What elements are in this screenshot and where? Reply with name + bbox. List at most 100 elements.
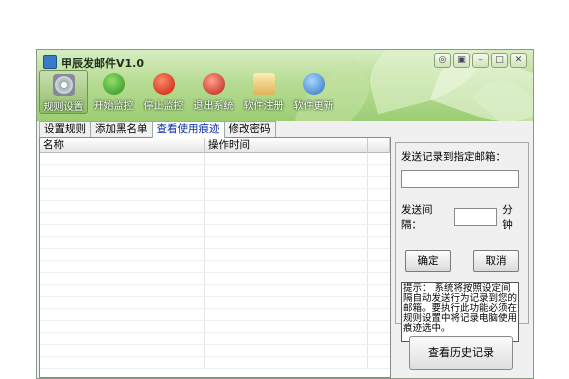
table-cell-time — [205, 357, 368, 368]
toolbar-label: 开始监控 — [93, 101, 134, 112]
toolbar: 规则设置 开始监控 停止监控 退出系统 软件注册 软件更新 — [39, 70, 338, 114]
toolbar-label: 停止监控 — [143, 101, 184, 112]
table-row[interactable] — [40, 189, 390, 201]
interval-unit: 分钟 — [502, 204, 513, 231]
table-cell-time — [205, 189, 368, 200]
tip-text: 提示： 系统将按照设定间隔自动发送行为记录到您的邮箱。要执行此功能必须在规则设置… — [401, 282, 519, 342]
logout-icon — [202, 73, 225, 95]
table-row[interactable] — [40, 285, 390, 297]
table-row[interactable] — [40, 273, 390, 285]
table-row[interactable] — [40, 177, 390, 189]
table-cell-time — [205, 321, 368, 332]
exit-system-button[interactable]: 退出系统 — [189, 70, 238, 114]
tab-change-password[interactable]: 修改密码 — [223, 121, 276, 137]
table-row[interactable] — [40, 201, 390, 213]
table-cell-name — [40, 333, 205, 344]
table-cell-name — [40, 165, 205, 176]
interval-field[interactable] — [453, 208, 498, 226]
table-row[interactable] — [40, 165, 390, 177]
app-window: 甲辰发邮件V1.0 ◎ ▣ – □ ✕ 规则设置 开始监控 停止监控 退出系统 … — [36, 49, 534, 379]
table-row[interactable] — [40, 357, 390, 369]
table-cell-time — [205, 201, 368, 212]
table-cell-time — [205, 261, 368, 272]
rule-settings-button[interactable]: 规则设置 — [39, 70, 88, 114]
table-cell-name — [40, 261, 205, 272]
table-cell-name — [40, 357, 205, 368]
table-cell-name — [40, 273, 205, 284]
table-row[interactable] — [40, 309, 390, 321]
register-icon — [252, 73, 275, 95]
send-settings-group: 发送记录到指定邮箱： 发送间隔： 分钟 确定 取消 提示： 系统将按照设定间隔自… — [395, 142, 529, 342]
minimize-icon[interactable]: – — [472, 53, 489, 68]
table-cell-name — [40, 189, 205, 200]
table-cell-name — [40, 309, 205, 320]
table-cell-time — [205, 165, 368, 176]
skin-icon[interactable]: ◎ — [434, 53, 451, 68]
table-cell-time — [205, 225, 368, 236]
update-button[interactable]: 软件更新 — [289, 70, 338, 114]
table-cell-time — [205, 333, 368, 344]
toolbar-label: 软件更新 — [293, 101, 334, 112]
tab-add-blacklist[interactable]: 添加黑名单 — [90, 121, 153, 137]
table-row[interactable] — [40, 345, 390, 357]
column-header-filler — [368, 138, 390, 153]
table-cell-time — [205, 213, 368, 224]
column-header-time[interactable]: 操作时间 — [205, 138, 368, 153]
title-bar: 甲辰发邮件V1.0 ◎ ▣ – □ ✕ 规则设置 开始监控 停止监控 退出系统 … — [37, 50, 533, 121]
table-cell-name — [40, 249, 205, 260]
interval-row: 发送间隔： 分钟 — [401, 202, 523, 232]
close-icon[interactable]: ✕ — [510, 53, 527, 68]
usage-trace-list[interactable]: 名称 操作时间 — [39, 137, 391, 378]
gear-icon — [52, 74, 75, 96]
email-field[interactable] — [401, 170, 519, 188]
table-row[interactable] — [40, 213, 390, 225]
table-cell-time — [205, 297, 368, 308]
start-monitor-button[interactable]: 开始监控 — [89, 70, 138, 114]
cancel-button[interactable]: 取消 — [473, 250, 519, 272]
table-cell-time — [205, 309, 368, 320]
stop-monitor-button[interactable]: 停止监控 — [139, 70, 188, 114]
confirm-button[interactable]: 确定 — [405, 250, 451, 272]
table-cell-time — [205, 177, 368, 188]
table-row[interactable] — [40, 321, 390, 333]
toolbar-label: 退出系统 — [193, 101, 234, 112]
table-cell-name — [40, 345, 205, 356]
table-cell-name — [40, 321, 205, 332]
menu-icon[interactable]: ▣ — [453, 53, 470, 68]
maximize-icon[interactable]: □ — [491, 53, 508, 68]
view-history-button[interactable]: 查看历史记录 — [409, 336, 513, 370]
confirm-cancel-row: 确定 取消 — [401, 250, 523, 272]
table-cell-time — [205, 153, 368, 164]
app-logo-icon — [43, 55, 57, 69]
tab-view-usage-traces[interactable]: 查看使用痕迹 — [151, 121, 225, 138]
window-controls: ◎ ▣ – □ ✕ — [434, 53, 527, 68]
table-cell-time — [205, 345, 368, 356]
table-cell-name — [40, 177, 205, 188]
table-row[interactable] — [40, 237, 390, 249]
table-cell-name — [40, 297, 205, 308]
tab-bar: 设置规则 添加黑名单 查看使用痕迹 修改密码 — [39, 121, 276, 138]
table-cell-name — [40, 285, 205, 296]
table-row[interactable] — [40, 261, 390, 273]
column-header-name[interactable]: 名称 — [40, 138, 205, 153]
table-row[interactable] — [40, 153, 390, 165]
table-row[interactable] — [40, 297, 390, 309]
toolbar-label: 规则设置 — [43, 102, 84, 113]
table-row[interactable] — [40, 333, 390, 345]
interval-label: 发送间隔： — [401, 204, 433, 231]
update-icon — [302, 73, 325, 95]
table-row[interactable] — [40, 225, 390, 237]
table-cell-time — [205, 237, 368, 248]
stop-icon — [152, 73, 175, 95]
table-cell-time — [205, 273, 368, 284]
table-cell-name — [40, 213, 205, 224]
send-settings-panel: 发送记录到指定邮箱： 发送间隔： 分钟 确定 取消 提示： 系统将按照设定间隔自… — [395, 142, 529, 370]
table-cell-time — [205, 249, 368, 260]
table-row[interactable] — [40, 249, 390, 261]
register-button[interactable]: 软件注册 — [239, 70, 288, 114]
list-body — [40, 153, 390, 377]
window-title: 甲辰发邮件V1.0 — [61, 57, 144, 70]
list-header: 名称 操作时间 — [40, 138, 390, 153]
email-label: 发送记录到指定邮箱： — [401, 151, 506, 163]
tab-set-rules[interactable]: 设置规则 — [39, 121, 91, 137]
